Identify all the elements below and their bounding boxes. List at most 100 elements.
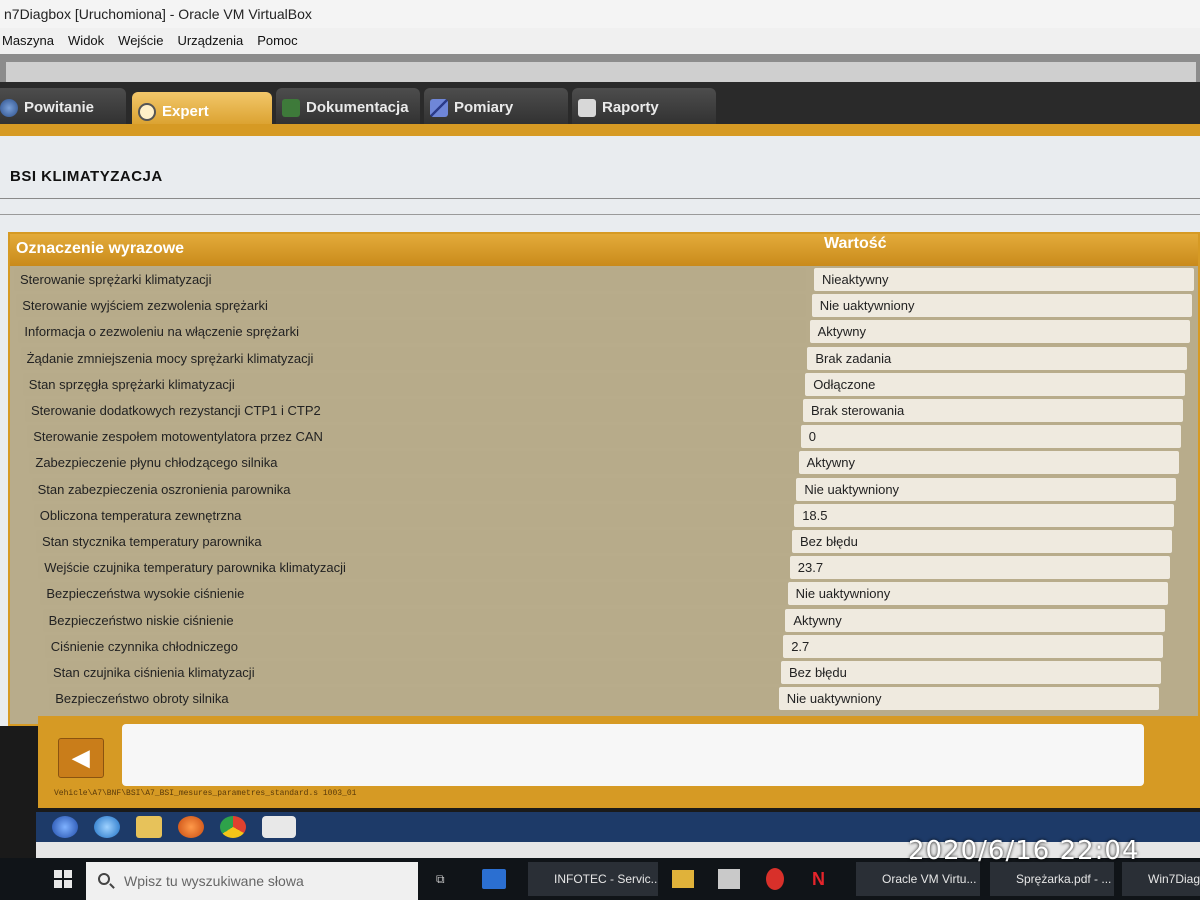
row-value: Nie uaktywniony — [778, 687, 1159, 711]
row-value: Bez błędu — [781, 661, 1161, 684]
row-label: Bezpieczeństwo niskie ciśnienie — [42, 608, 806, 632]
menu-item-maszyna[interactable]: Maszyna — [2, 28, 54, 54]
page-title: BSI KLIMATYZACJA — [10, 168, 163, 185]
table-row[interactable]: Bezpieczeństwo obroty silnika Nie uaktywn… — [49, 687, 1198, 711]
opera-icon[interactable] — [766, 868, 784, 890]
windows-orb-icon[interactable] — [52, 816, 78, 838]
row-label: Bezpieczeństwo obroty silnika — [49, 687, 806, 711]
row-value: 0 — [800, 425, 1181, 449]
tab-raporty[interactable]: Raporty — [572, 88, 716, 128]
row-value: Nieaktywny — [814, 268, 1194, 291]
menu-item-wejscie[interactable]: Wejście — [118, 28, 163, 54]
divider — [0, 214, 1200, 215]
media-player-icon[interactable] — [178, 816, 204, 838]
row-value: Nie uaktywniony — [811, 294, 1192, 318]
table-row[interactable]: Informacja o zezwoleniu na włączenie spr… — [18, 320, 1198, 344]
window-title: n7Diagbox [Uruchomiona] - Oracle VM Virt… — [0, 0, 1200, 28]
task-view-icon[interactable]: ⧉ — [436, 862, 454, 896]
column-header-label: Oznaczenie wyrazowe — [16, 240, 185, 257]
wave-icon — [430, 99, 448, 117]
table-row[interactable]: Sterowanie wyjściem zezwolenia sprężarki… — [16, 294, 1198, 318]
parameters-table: Oznaczenie wyrazowe Wartość Sterowanie s… — [8, 232, 1200, 726]
taskbar-item-pdf[interactable]: Sprężarka.pdf - ... — [990, 862, 1114, 896]
tab-pomiary[interactable]: Pomiary — [424, 88, 568, 128]
ie-icon[interactable] — [94, 816, 120, 838]
toolbar-bar — [6, 62, 1196, 84]
taskbar-item-virtualbox[interactable]: Oracle VM Virtu... — [856, 862, 980, 896]
row-label: Wejście czujnika temperatury parownika k… — [38, 556, 806, 580]
row-label: Sterowanie wyjściem zezwolenia sprężarki — [16, 294, 806, 318]
table-row[interactable]: Stan stycznika temperatury parownika Bez … — [36, 530, 1198, 553]
menu-item-widok[interactable]: Widok — [68, 28, 104, 54]
row-value: 18.5 — [794, 503, 1175, 527]
table-row[interactable]: Bezpieczeństwo niskie ciśnienie Aktywny — [42, 608, 1198, 632]
row-value: Nie uaktywniony — [796, 477, 1177, 501]
photo-timestamp: 2020/6/16 22:04 — [908, 836, 1140, 866]
tab-label: Dokumentacja — [306, 99, 409, 116]
row-value: Brak zadania — [807, 346, 1188, 370]
book-icon — [282, 99, 300, 117]
explorer-icon[interactable] — [672, 870, 694, 888]
table-row[interactable]: Obliczona temperatura zewnętrzna 18.5 — [33, 503, 1198, 527]
table-row[interactable]: Bezpieczeństwa wysokie ciśnienie Nie uakt… — [40, 582, 1198, 606]
row-value: Aktywny — [785, 608, 1166, 632]
search-placeholder: Wpisz tu wyszukiwane słowa — [124, 873, 304, 889]
diagbox-icon[interactable] — [262, 816, 296, 838]
table-row[interactable]: Zabezpieczenie płynu chłodzącego silnika… — [29, 451, 1198, 475]
row-value: Nie uaktywniony — [787, 582, 1168, 606]
menu-item-pomoc[interactable]: Pomoc — [257, 28, 297, 54]
table-row[interactable]: Wejście czujnika temperatury parownika k… — [38, 556, 1198, 580]
row-label: Informacja o zezwoleniu na włączenie spr… — [18, 320, 806, 344]
file-path: Vehicle\A7\BNF\BSI\A7_BSI_mesures_parame… — [54, 789, 357, 798]
taskbar-item-infotec[interactable]: INFOTEC - Servic... — [528, 862, 658, 896]
back-button[interactable]: ◀ — [58, 738, 104, 778]
row-value: Bez błędu — [792, 530, 1172, 553]
row-label: Zabezpieczenie płynu chłodzącego silnika — [29, 451, 806, 475]
mail-icon[interactable] — [482, 869, 506, 889]
taskbar-item-win7diag[interactable]: Win7Diag... — [1122, 862, 1200, 896]
row-label: Stan czujnika ciśnienia klimatyzacji — [47, 661, 806, 684]
store-icon[interactable] — [718, 869, 740, 889]
tab-label: Expert — [162, 103, 209, 120]
search-box[interactable]: Wpisz tu wyszukiwane słowa — [86, 862, 418, 900]
tab-powitanie[interactable]: Powitanie — [0, 88, 126, 128]
row-value: Brak sterowania — [803, 399, 1183, 422]
magnifier-icon — [138, 103, 156, 121]
table-row[interactable]: Sterowanie sprężarki klimatyzacji Nieakty… — [14, 268, 1198, 291]
folder-icon[interactable] — [136, 816, 162, 838]
table-row[interactable]: Sterowanie dodatkowych rezystancji CTP1 … — [25, 399, 1198, 422]
row-label: Żądanie zmniejszenia mocy sprężarki klim… — [20, 346, 806, 370]
row-label: Sterowanie zespołem motowentylatora prze… — [27, 425, 806, 449]
tab-label: Pomiary — [454, 99, 514, 116]
table-row[interactable]: Sterowanie zespołem motowentylatora prze… — [27, 425, 1198, 449]
windows-start-icon[interactable] — [54, 870, 72, 888]
table-row[interactable]: Stan sprzęgła sprężarki klimatyzacji Odłą… — [22, 372, 1198, 396]
tab-label: Powitanie — [24, 99, 95, 116]
chrome-icon[interactable] — [220, 816, 246, 838]
tab-label: Raporty — [602, 99, 659, 116]
menu-item-urzadzenia[interactable]: Urządzenia — [177, 28, 243, 54]
table-row[interactable]: Stan zabezpieczenia oszronienia parownik… — [31, 477, 1198, 501]
content-area: BSI KLIMATYZACJA Oznaczenie wyrazowe War… — [0, 136, 1200, 726]
row-label: Ciśnienie czynnika chłodniczego — [44, 634, 806, 658]
row-label: Sterowanie sprężarki klimatyzacji — [14, 268, 806, 291]
row-value: 2.7 — [783, 634, 1164, 658]
netflix-icon[interactable]: N — [812, 862, 830, 896]
tab-dokumentacja[interactable]: Dokumentacja — [276, 88, 420, 128]
row-value: Odłączone — [805, 372, 1186, 396]
row-value: Aktywny — [798, 451, 1179, 475]
table-row[interactable]: Żądanie zmniejszenia mocy sprężarki klim… — [20, 346, 1198, 370]
divider — [0, 198, 1200, 199]
table-row[interactable]: Stan czujnika ciśnienia klimatyzacji Bez … — [47, 661, 1198, 684]
row-label: Stan sprzęgła sprężarki klimatyzacji — [22, 372, 806, 396]
search-icon — [98, 873, 110, 885]
column-header-value: Wartość — [824, 235, 887, 252]
row-label: Stan zabezpieczenia oszronienia parownik… — [31, 477, 806, 501]
menu-bar: Maszyna Widok Wejście Urządzenia Pomoc — [0, 28, 1200, 54]
globe-icon — [0, 99, 18, 117]
row-label: Stan stycznika temperatury parownika — [36, 530, 806, 553]
table-row[interactable]: Ciśnienie czynnika chłodniczego 2.7 — [44, 634, 1198, 658]
message-area — [122, 724, 1144, 786]
row-value: Aktywny — [809, 320, 1190, 344]
row-label: Sterowanie dodatkowych rezystancji CTP1 … — [25, 399, 806, 422]
